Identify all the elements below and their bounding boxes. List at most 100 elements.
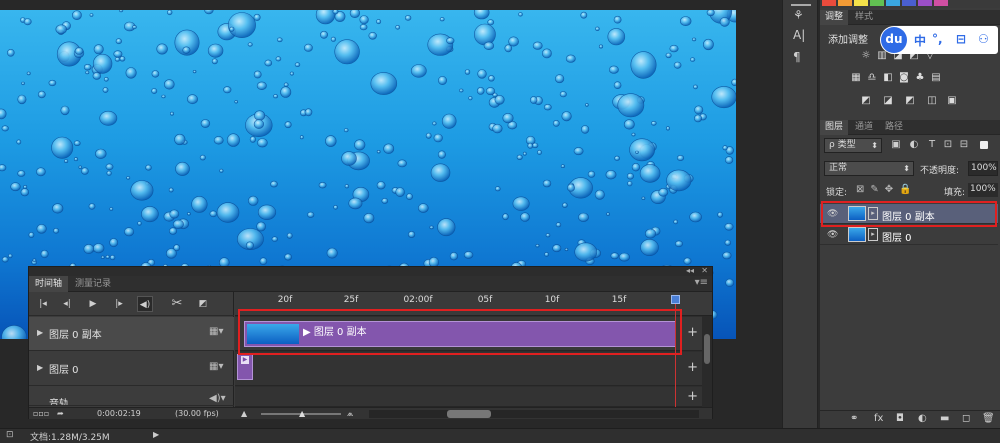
status-zoom-indicator[interactable]: ⊡ [6, 430, 14, 440]
color-balance-icon[interactable]: ♎ [866, 72, 878, 84]
new-adjustment-layer-icon[interactable]: ◐ [918, 413, 927, 424]
filter-shape-icon[interactable]: ⊡ [942, 139, 954, 151]
video-clip-layer0[interactable]: ▶ [237, 354, 253, 380]
layer-row-layer0[interactable]: 👁 ▸ 图层 0 [820, 225, 998, 245]
play-icon[interactable]: ▶ [85, 296, 101, 312]
swatch-purple[interactable] [918, 0, 932, 6]
add-mask-icon[interactable]: ◘ [896, 413, 904, 424]
layer-row-layer0-copy[interactable]: 👁 ▸ 图层 0 副本 [820, 204, 998, 224]
track-header-audio[interactable]: 音轨 ◀)▾ [29, 393, 234, 406]
filter-type-icon[interactable]: T [926, 139, 938, 151]
swatch-magenta[interactable] [934, 0, 948, 6]
add-media-button[interactable]: + [687, 360, 698, 375]
swatch-indigo[interactable] [902, 0, 916, 6]
filter-adjustment-icon[interactable]: ◐ [908, 139, 920, 151]
go-to-first-frame-icon[interactable]: |◂ [35, 296, 51, 312]
expand-arrow-icon[interactable]: ▶ [37, 363, 43, 372]
track-header-layer0-copy[interactable]: ▶ 图层 0 副本 ▦▾ [29, 317, 234, 351]
swatch-orange[interactable] [838, 0, 852, 6]
gradient-map-icon[interactable]: ◫ [926, 95, 938, 107]
channel-mixer-icon[interactable]: ♣ [914, 72, 926, 84]
ime-user-icon[interactable]: ⚇ [978, 32, 989, 46]
threshold-icon[interactable]: ◩ [904, 95, 916, 107]
lock-options-icons[interactable]: ⊠✎✥🔒 [856, 184, 918, 195]
convert-icon[interactable]: ➦ [57, 408, 64, 420]
tab-styles[interactable]: 样式 [850, 10, 878, 25]
previous-frame-icon[interactable]: ◂| [59, 296, 75, 312]
selective-color-icon[interactable]: ▣ [946, 95, 958, 107]
visibility-eye-icon[interactable]: 👁 [827, 209, 838, 219]
panel-menu-icon[interactable]: ▾≡ [695, 277, 708, 288]
visibility-eye-icon[interactable]: 👁 [827, 230, 838, 240]
layer-kind-filter-select[interactable]: ρ 类型 ⬍ [824, 138, 882, 153]
playhead-handle[interactable] [671, 295, 680, 304]
split-scissors-icon[interactable]: ✂ [169, 296, 185, 312]
brush-preset-icon[interactable]: ⚘ [793, 8, 804, 22]
invert-icon[interactable]: ◩ [860, 95, 872, 107]
photo-filter-icon[interactable]: ◙ [898, 72, 910, 84]
add-media-button[interactable]: + [687, 325, 698, 340]
ime-punctuation-toggle[interactable]: °, [932, 32, 943, 46]
swatch-yellow[interactable] [854, 0, 868, 6]
new-layer-icon[interactable]: ◻ [962, 413, 970, 424]
swatch-blue[interactable] [886, 0, 900, 6]
water-drop [650, 121, 657, 126]
link-layers-icon[interactable]: ⚭ [850, 413, 858, 424]
tab-adjustments[interactable]: 调整 [820, 10, 849, 25]
tab-paths[interactable]: 路径 [880, 120, 908, 135]
collapse-icon[interactable]: ◂◂ [686, 266, 694, 275]
ime-logo[interactable]: du [881, 27, 907, 53]
filter-toggle-icon[interactable] [980, 141, 988, 149]
next-frame-icon[interactable]: |▸ [111, 296, 127, 312]
zoom-out-icon[interactable]: ▲ [241, 408, 247, 420]
expand-arrow-icon[interactable]: ▶ [37, 328, 43, 337]
tab-layers[interactable]: 图层 [820, 120, 849, 135]
swatch-red[interactable] [822, 0, 836, 6]
film-strip-icon[interactable]: ▦▾ [209, 326, 223, 337]
render-icon[interactable]: ▫▫▫ [33, 408, 49, 420]
close-icon[interactable]: ✕ [701, 266, 708, 275]
water-drop [334, 39, 360, 65]
layer-style-fx-icon[interactable]: fx [874, 413, 883, 424]
audio-volume-icon[interactable]: ◀) [137, 296, 153, 312]
color-lookup-icon[interactable]: ▤ [930, 72, 942, 84]
blend-mode-select[interactable]: 正常 ⬍ [824, 161, 914, 176]
tab-timeline[interactable]: 时间轴 [29, 276, 69, 292]
water-drop [552, 244, 562, 253]
water-drop [441, 113, 457, 129]
ime-toolbar[interactable]: du 中 °, ⊟ ⚇ [880, 26, 998, 54]
water-drop [641, 196, 646, 201]
swatch-green[interactable] [870, 0, 884, 6]
video-clip-layer0-copy[interactable]: ▶ 图层 0 副本 [244, 321, 676, 347]
scroll-thumb[interactable] [704, 334, 710, 364]
posterize-icon[interactable]: ◪ [882, 95, 894, 107]
hue-saturation-icon[interactable]: ▦ [850, 72, 862, 84]
tab-channels[interactable]: 通道 [850, 120, 878, 135]
timeline-vertical-scrollbar[interactable] [702, 316, 712, 407]
add-audio-button[interactable]: + [687, 389, 698, 404]
film-strip-icon[interactable]: ▦▾ [209, 361, 223, 372]
character-panel-icon[interactable]: A| [793, 28, 805, 42]
timeline-horizontal-scrollbar[interactable] [369, 410, 699, 418]
status-menu-arrow-icon[interactable]: ▶ [153, 430, 159, 439]
delete-layer-icon[interactable]: 🗑 [982, 413, 995, 424]
ime-toolbox-icon[interactable]: ⊟ [956, 32, 966, 46]
zoom-in-icon[interactable]: ⩕ [347, 408, 353, 420]
transition-icon[interactable]: ◩ [195, 296, 211, 312]
brightness-contrast-icon[interactable]: ☼ [860, 50, 872, 62]
ime-language-toggle[interactable]: 中 [914, 32, 926, 49]
scroll-thumb[interactable] [447, 410, 491, 418]
fill-field[interactable]: 100% [968, 183, 998, 197]
paragraph-panel-icon[interactable]: ¶ [793, 50, 801, 64]
tab-measurement-log[interactable]: 测量记录 [69, 276, 117, 292]
audio-track-icon[interactable]: ◀)▾ [209, 393, 226, 404]
opacity-field[interactable]: 100% [968, 161, 998, 176]
filter-smart-object-icon[interactable]: ⊟ [958, 139, 970, 151]
new-group-icon[interactable]: ▬ [940, 413, 949, 424]
filter-pixel-icon[interactable]: ▣ [890, 139, 902, 151]
timeline-title-bar[interactable]: ◂◂ ✕ [29, 266, 712, 276]
zoom-slider-knob[interactable]: ▲ [299, 409, 305, 418]
track-header-layer0[interactable]: ▶ 图层 0 ▦▾ [29, 352, 234, 386]
black-white-icon[interactable]: ◧ [882, 72, 894, 84]
time-ruler[interactable]: 20f 25f 02:00f 05f 10f 15f [235, 292, 712, 316]
